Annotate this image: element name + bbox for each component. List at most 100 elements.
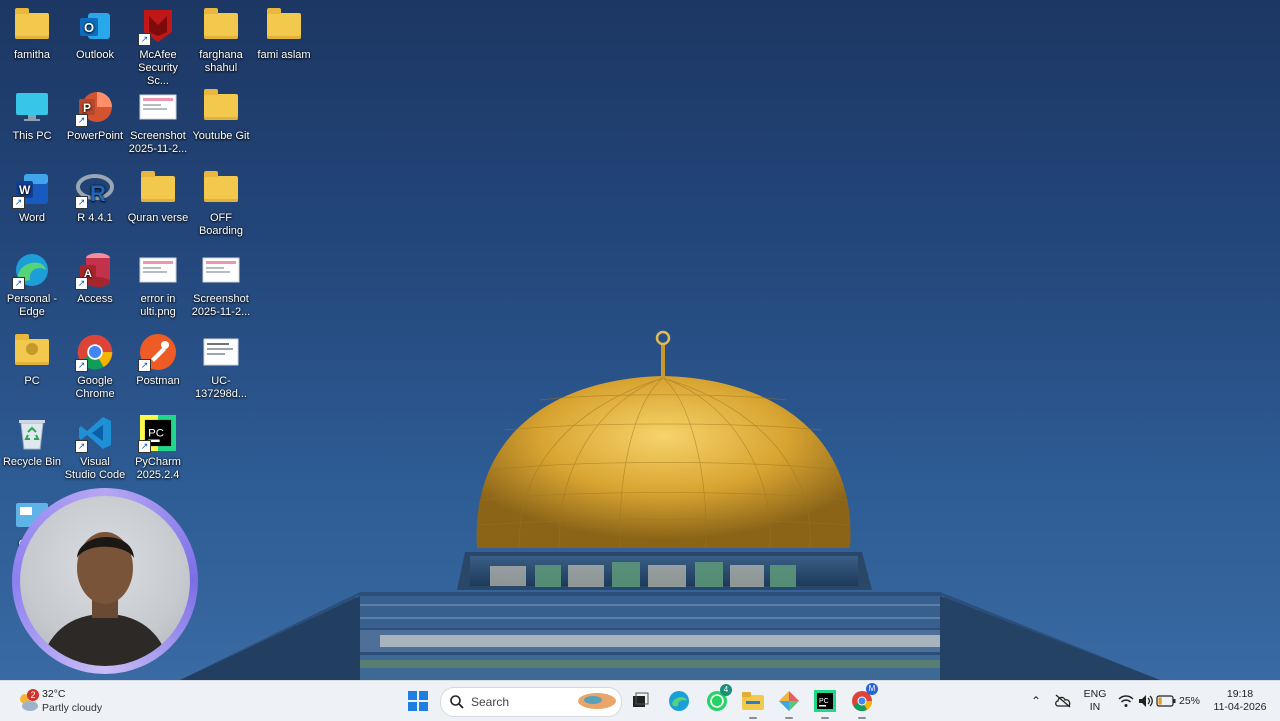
- user-folder-icon: [12, 332, 52, 372]
- taskbar-pycharm[interactable]: PC: [810, 686, 840, 719]
- running-indicator: [821, 717, 829, 719]
- running-indicator: [749, 717, 757, 719]
- shortcut-arrow-icon: ↗: [75, 277, 88, 290]
- webcam-feed: [20, 496, 190, 666]
- desktop-icon[interactable]: UC-137298d...: [189, 326, 253, 406]
- widgets-icon: [578, 693, 616, 709]
- desktop-icon-label: OFF Boarding: [198, 212, 244, 237]
- taskbar-whatsapp[interactable]: 4: [702, 684, 732, 716]
- desktop-icon-label: famitha: [13, 49, 51, 61]
- show-hidden-icons-button[interactable]: ⌃: [1022, 686, 1050, 716]
- region-code: IN: [1089, 701, 1101, 713]
- chevron-up-icon: ⌃: [1030, 694, 1042, 708]
- desktop: famitha O Outlook ↗ McAfee Security Sc... far…: [0, 0, 1280, 680]
- desktop-icon[interactable]: R ↗ R 4.4.1: [63, 163, 127, 243]
- edge-icon: [669, 691, 689, 711]
- task-view-button[interactable]: [625, 686, 655, 716]
- clock-time: 19:18: [1226, 688, 1254, 700]
- weather-condition: Partly cloudy: [42, 702, 103, 714]
- taskbar-colorful-app[interactable]: [774, 686, 804, 719]
- desktop-icon[interactable]: fami aslam: [252, 0, 316, 80]
- desktop-icon[interactable]: ↗ McAfee Security Sc...: [126, 0, 190, 87]
- desktop-icon[interactable]: This PC: [0, 81, 64, 161]
- vscode-icon: ↗: [75, 413, 115, 453]
- shortcut-arrow-icon: ↗: [75, 196, 88, 209]
- r-language-icon: R ↗: [75, 169, 115, 209]
- clock[interactable]: 19:18 11-04-2026: [1206, 688, 1274, 714]
- desktop-icon-label: fami aslam: [257, 49, 311, 61]
- desktop-icon[interactable]: ↗ Postman: [126, 326, 190, 406]
- taskbar-file-explorer[interactable]: [738, 686, 768, 719]
- battery-status[interactable]: 25%: [1156, 686, 1204, 716]
- webcam-overlay[interactable]: [12, 488, 198, 674]
- desktop-icon[interactable]: Screenshot 2025-11-2...: [189, 244, 253, 324]
- folder-icon: [742, 692, 764, 710]
- folder-icon: [138, 169, 178, 209]
- task-view-icon: [633, 692, 649, 707]
- desktop-icon-label: PC: [24, 375, 40, 387]
- shortcut-arrow-icon: ↗: [75, 440, 88, 453]
- desktop-icon-label: Screenshot 2025-11-2...: [191, 293, 251, 318]
- chrome-icon: ↗: [75, 332, 115, 372]
- outlook-icon: O: [75, 6, 115, 46]
- language-code: ENG: [1083, 688, 1107, 700]
- desktop-icon[interactable]: ↗ Google Chrome: [63, 326, 127, 406]
- desktop-icon[interactable]: ↗ Personal - Edge: [0, 244, 64, 324]
- start-button[interactable]: [403, 686, 433, 716]
- desktop-icon[interactable]: P ↗ PowerPoint: [63, 81, 127, 161]
- desktop-icon[interactable]: Screenshot 2025-11-2...: [126, 81, 190, 161]
- desktop-icon-label: Visual Studio Code: [64, 456, 126, 481]
- desktop-icon[interactable]: ↗ Visual Studio Code: [63, 407, 127, 487]
- desktop-icon[interactable]: farghana shahul: [189, 0, 253, 80]
- desktop-icon[interactable]: famitha: [0, 0, 64, 80]
- svg-text:P: P: [83, 101, 91, 115]
- folder-icon: [201, 6, 241, 46]
- pycharm-icon: PC ↗: [138, 413, 178, 453]
- desktop-icon-label: This PC: [12, 130, 52, 142]
- svg-text:R: R: [90, 181, 106, 205]
- desktop-icon-label: Word: [18, 212, 46, 224]
- person-silhouette-icon: [40, 532, 170, 666]
- desktop-icon[interactable]: Youtube Git: [189, 81, 253, 161]
- weather-widget[interactable]: 2 32°C Partly cloudy: [14, 686, 134, 716]
- access-icon: A ↗: [75, 250, 115, 290]
- shortcut-arrow-icon: ↗: [12, 277, 25, 290]
- desktop-icon-label: Recycle Bin: [2, 456, 62, 468]
- chrome-profile-badge: M: [866, 683, 878, 695]
- taskbar: 2 32°C Partly cloudy Search 4 PC M ⌃ ENG…: [0, 680, 1280, 721]
- desktop-icon[interactable]: Recycle Bin: [0, 407, 64, 487]
- powerpoint-icon: P ↗: [75, 87, 115, 127]
- whatsapp-badge: 4: [720, 684, 732, 696]
- edge-icon: ↗: [12, 250, 52, 290]
- cloud-offline-icon: [1055, 694, 1071, 708]
- weather-badge: 2: [27, 689, 39, 701]
- taskbar-edge[interactable]: [664, 686, 694, 716]
- monitor-icon: [12, 87, 52, 127]
- folder-icon: [264, 6, 304, 46]
- desktop-icon[interactable]: W ↗ Word: [0, 163, 64, 243]
- shortcut-arrow-icon: ↗: [75, 114, 88, 127]
- desktop-icon[interactable]: Quran verse: [126, 163, 190, 243]
- desktop-icon[interactable]: A ↗ Access: [63, 244, 127, 324]
- desktop-icon[interactable]: PC: [0, 326, 64, 406]
- desktop-icon-label: Google Chrome: [75, 375, 115, 400]
- taskbar-search-box[interactable]: Search: [440, 687, 622, 717]
- svg-text:O: O: [84, 20, 94, 35]
- pycharm-icon: PC: [814, 690, 836, 712]
- battery-percent: 25%: [1179, 695, 1201, 707]
- language-indicator[interactable]: ENG IN: [1082, 688, 1108, 714]
- taskbar-chrome[interactable]: M: [847, 683, 878, 719]
- image-file-icon: [138, 87, 178, 127]
- desktop-icon[interactable]: PC ↗ PyCharm 2025.2.4: [126, 407, 190, 487]
- desktop-icon[interactable]: O Outlook: [63, 0, 127, 80]
- volume-status[interactable]: [1134, 686, 1158, 716]
- desktop-icon[interactable]: error in ulti.png: [126, 244, 190, 324]
- svg-text:PC: PC: [819, 698, 829, 705]
- search-placeholder: Search: [471, 695, 510, 709]
- folder-icon: [201, 87, 241, 127]
- clock-date: 11-04-2026: [1213, 701, 1267, 713]
- desktop-icon[interactable]: OFF Boarding: [189, 163, 253, 243]
- shortcut-arrow-icon: ↗: [138, 359, 151, 372]
- desktop-icon-label: Access: [77, 293, 113, 305]
- onedrive-status[interactable]: [1050, 686, 1076, 716]
